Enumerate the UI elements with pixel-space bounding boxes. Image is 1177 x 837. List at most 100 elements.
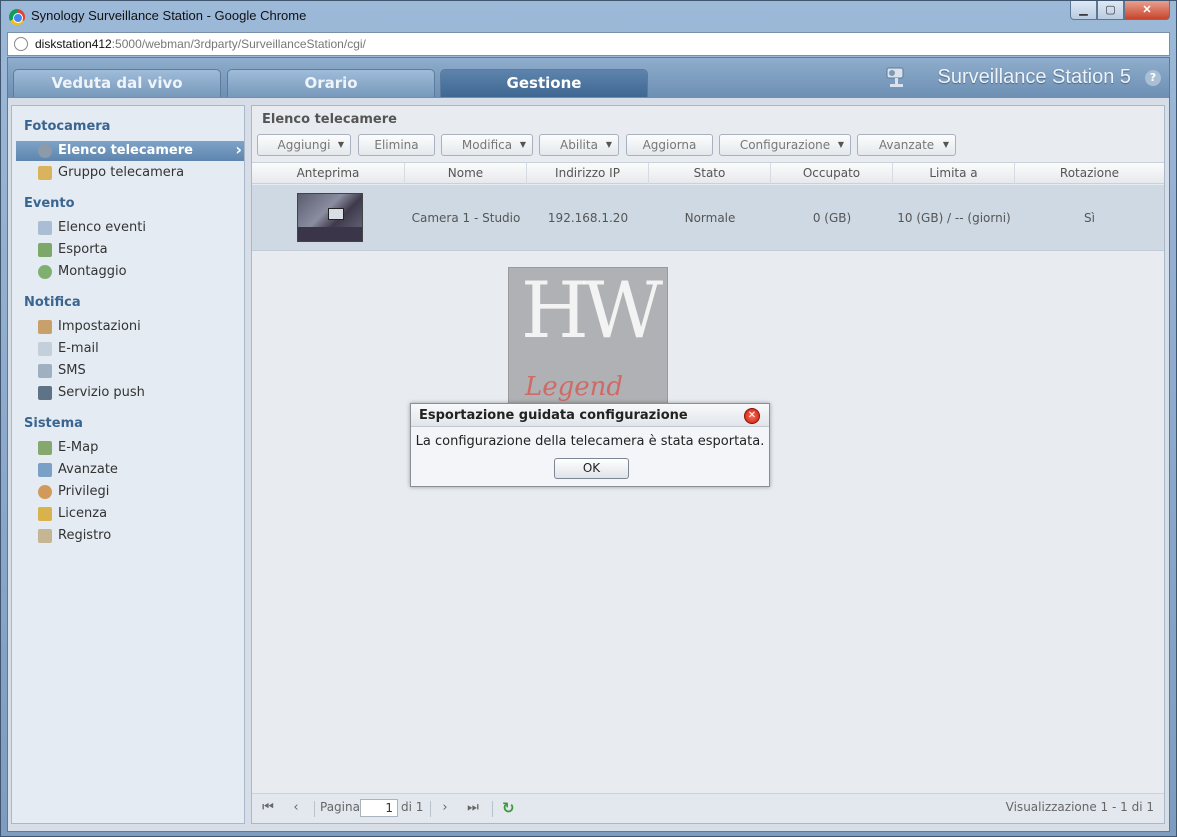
next-page-icon[interactable]: › bbox=[437, 799, 453, 817]
chrome-logo-icon bbox=[9, 9, 25, 25]
column-name[interactable]: Nome bbox=[405, 163, 527, 184]
configuration-button-label: Configurazione bbox=[739, 138, 831, 152]
first-page-icon[interactable]: ⏮ bbox=[260, 799, 276, 817]
cell-ip-address: 192.168.1.20 bbox=[547, 211, 629, 225]
sidebar-item-label: Servizio push bbox=[58, 385, 145, 400]
phone-icon bbox=[38, 364, 52, 378]
column-preview[interactable]: Anteprima bbox=[252, 163, 405, 184]
ok-button[interactable]: OK bbox=[554, 458, 629, 479]
sidebar-item-event-list[interactable]: Elenco eventi bbox=[16, 218, 244, 238]
column-limit[interactable]: Limita a bbox=[893, 163, 1015, 184]
refresh-icon[interactable]: ↻ bbox=[502, 799, 518, 817]
panel-title: Elenco telecamere bbox=[262, 112, 397, 127]
sidebar-item-label: Elenco telecamere bbox=[58, 143, 193, 158]
edit-button-label: Modifica bbox=[461, 138, 513, 152]
sidebar-item-camera-group[interactable]: Gruppo telecamera bbox=[16, 163, 244, 183]
table-row[interactable]: Camera 1 - Studio 192.168.1.20 Normale 0… bbox=[252, 185, 1164, 251]
page-count: di 1 bbox=[401, 800, 424, 814]
minimize-button[interactable]: ▁ bbox=[1070, 1, 1097, 20]
sidebar-item-export[interactable]: Esporta bbox=[16, 240, 244, 260]
mobile-device-icon bbox=[38, 386, 52, 400]
column-rotation[interactable]: Rotazione bbox=[1015, 163, 1164, 184]
add-button-label: Aggiungi bbox=[277, 138, 331, 152]
montage-icon bbox=[38, 265, 52, 279]
book-icon bbox=[38, 529, 52, 543]
app-header: Veduta dal vivo Orario Gestione Surveill… bbox=[8, 58, 1169, 98]
cell-name: Camera 1 - Studio bbox=[411, 211, 521, 225]
section-evento: Evento bbox=[24, 196, 75, 211]
enable-button[interactable]: Abilita ▼ bbox=[539, 134, 619, 156]
column-used[interactable]: Occupato bbox=[771, 163, 893, 184]
advanced-button-label: Avanzate bbox=[878, 138, 935, 152]
sidebar-item-log[interactable]: Registro bbox=[16, 526, 244, 546]
browser-window: Synology Surveillance Station - Google C… bbox=[0, 0, 1177, 837]
address-bar[interactable]: diskstation412:5000/webman/3rdparty/Surv… bbox=[7, 32, 1170, 56]
separator bbox=[314, 801, 315, 817]
close-window-button[interactable]: ✕ bbox=[1124, 1, 1170, 20]
sidebar-item-montage[interactable]: Montaggio bbox=[16, 262, 244, 282]
surveillance-camera-logo-icon bbox=[886, 67, 904, 87]
sidebar-item-camera-list[interactable]: Elenco telecamere bbox=[16, 140, 244, 161]
sidebar-item-license[interactable]: Licenza bbox=[16, 504, 244, 524]
tab-schedule[interactable]: Orario bbox=[227, 69, 435, 97]
maximize-button[interactable]: ▢ bbox=[1097, 1, 1124, 20]
export-icon bbox=[38, 243, 52, 257]
section-sistema: Sistema bbox=[24, 416, 83, 431]
advanced-button[interactable]: Avanzate ▼ bbox=[857, 134, 956, 156]
separator bbox=[430, 801, 431, 817]
close-icon[interactable]: ✕ bbox=[744, 408, 760, 424]
column-status[interactable]: Stato bbox=[649, 163, 771, 184]
url-text[interactable]: diskstation412:5000/webman/3rdparty/Surv… bbox=[35, 37, 366, 51]
watermark-legend-text: Legend bbox=[525, 372, 624, 402]
sidebar-item-label: E-mail bbox=[58, 341, 99, 356]
sidebar-item-settings[interactable]: Impostazioni bbox=[16, 317, 244, 337]
enable-button-label: Abilita bbox=[560, 138, 598, 152]
help-icon[interactable]: ? bbox=[1145, 70, 1161, 86]
folder-camera-icon bbox=[38, 166, 52, 180]
event-list-icon bbox=[38, 221, 52, 235]
sidebar-item-label: Elenco eventi bbox=[58, 220, 146, 235]
page-number-input[interactable] bbox=[360, 799, 398, 817]
column-ip-address[interactable]: Indirizzo IP bbox=[527, 163, 649, 184]
cell-used: 0 (GB) bbox=[812, 211, 852, 225]
map-icon bbox=[38, 441, 52, 455]
tab-live-view[interactable]: Veduta dal vivo bbox=[13, 69, 221, 97]
separator bbox=[492, 801, 493, 817]
sidebar-item-sms[interactable]: SMS bbox=[16, 361, 244, 381]
page-info-icon[interactable] bbox=[14, 37, 28, 51]
sidebar-item-label: Avanzate bbox=[58, 462, 118, 477]
sidebar-item-push-service[interactable]: Servizio push bbox=[16, 383, 244, 403]
last-page-icon[interactable]: ⏭ bbox=[465, 799, 481, 817]
camera-preview-thumbnail bbox=[297, 193, 363, 242]
dropdown-arrow-icon: ▼ bbox=[942, 140, 949, 149]
configuration-button[interactable]: Configurazione ▼ bbox=[719, 134, 851, 156]
title-bar: Synology Surveillance Station - Google C… bbox=[1, 1, 1176, 31]
cell-rotation: Sì bbox=[1084, 211, 1095, 225]
dropdown-arrow-icon: ▼ bbox=[519, 140, 526, 149]
sidebar-item-label: Montaggio bbox=[58, 264, 127, 279]
envelope-icon bbox=[38, 342, 52, 356]
thumbnail-monitor bbox=[328, 208, 344, 220]
window-title: Synology Surveillance Station - Google C… bbox=[31, 8, 307, 23]
url-path: :5000/webman/3rdparty/SurveillanceStatio… bbox=[111, 37, 366, 51]
sidebar-item-privileges[interactable]: Privilegi bbox=[16, 482, 244, 502]
sidebar-item-label: Gruppo telecamera bbox=[58, 165, 185, 180]
tab-management[interactable]: Gestione bbox=[440, 69, 648, 97]
section-fotocamera: Fotocamera bbox=[24, 119, 111, 134]
sidebar-item-advanced[interactable]: Avanzate bbox=[16, 460, 244, 480]
delete-button[interactable]: Elimina bbox=[358, 134, 435, 156]
edit-button[interactable]: Modifica ▼ bbox=[441, 134, 533, 156]
advanced-settings-icon bbox=[38, 463, 52, 477]
sidebar-item-label: Registro bbox=[58, 528, 112, 543]
dialog-message: La configurazione della telecamera è sta… bbox=[415, 434, 765, 449]
cell-limit: 10 (GB) / -- (giorni) bbox=[897, 211, 1011, 225]
refresh-button[interactable]: Aggiorna bbox=[626, 134, 713, 156]
add-button[interactable]: Aggiungi ▼ bbox=[257, 134, 351, 156]
sidebar-item-emap[interactable]: E-Map bbox=[16, 438, 244, 458]
dropdown-arrow-icon: ▼ bbox=[837, 140, 844, 149]
sidebar-item-email[interactable]: E-mail bbox=[16, 339, 244, 359]
dropdown-arrow-icon: ▼ bbox=[605, 140, 612, 149]
key-icon bbox=[38, 507, 52, 521]
previous-page-icon[interactable]: ‹ bbox=[288, 799, 304, 817]
pagination-bar: ⏮ ‹ Pagina di 1 › ⏭ ↻ Visualizzazione 1 … bbox=[252, 793, 1164, 823]
